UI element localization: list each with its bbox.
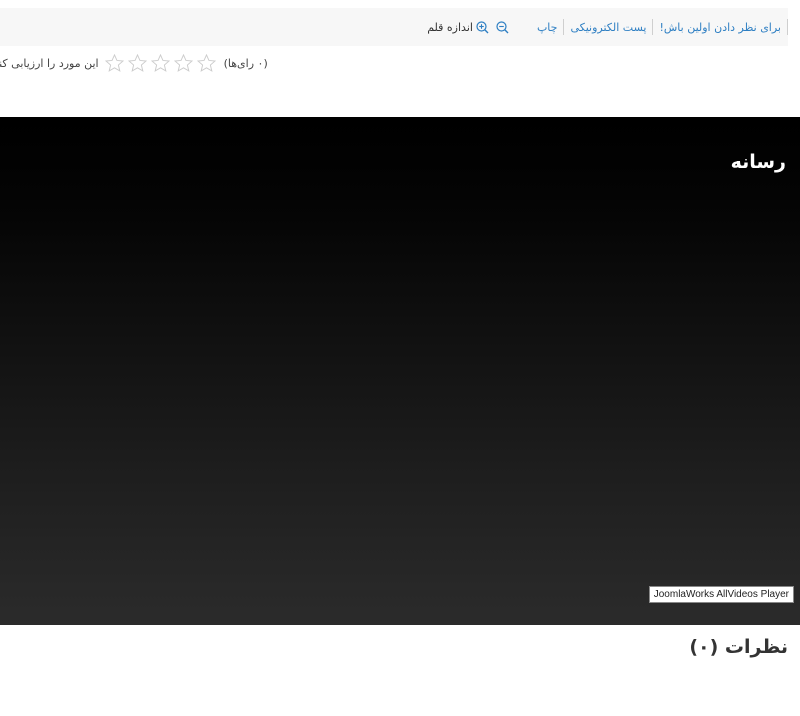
comments-heading: نظرات (۰) xyxy=(689,636,788,658)
video-title: رسانه xyxy=(730,151,786,173)
zoom-out-icon[interactable] xyxy=(496,20,510,34)
toolbar-items: اندازه قلم چاپ پست الکترونیکی برای نظر د… xyxy=(423,8,788,46)
star-icon[interactable] xyxy=(127,54,147,72)
votes-count: (۰ رای‌ها) xyxy=(223,56,268,70)
rate-this-label: این مورد را ارزیابی کنید xyxy=(0,56,99,70)
first-comment-link[interactable]: برای نظر دادن اولین باش! xyxy=(653,21,787,34)
rating-stars xyxy=(103,54,218,72)
font-size-group: اندازه قلم xyxy=(423,20,517,34)
star-icon[interactable] xyxy=(196,54,216,72)
toolbar-divider xyxy=(787,19,788,35)
email-link[interactable]: پست الکترونیکی xyxy=(564,21,652,34)
star-icon[interactable] xyxy=(150,54,170,72)
toolbar-divider xyxy=(563,19,565,35)
rating-row: این مورد را ارزیابی کنید (۰ رای‌ها) xyxy=(0,52,268,74)
toolbar-divider xyxy=(652,19,654,35)
zoom-in-icon[interactable] xyxy=(476,20,490,34)
font-size-label: اندازه قلم xyxy=(427,20,473,34)
star-icon[interactable] xyxy=(173,54,193,72)
page: اندازه قلم چاپ پست الکترونیکی برای نظر د… xyxy=(0,0,800,716)
star-icon[interactable] xyxy=(104,54,124,72)
article-toolbar: اندازه قلم چاپ پست الکترونیکی برای نظر د… xyxy=(0,8,788,46)
player-credit-tooltip: JoomlaWorks AllVideos Player xyxy=(648,586,794,603)
print-link[interactable]: چاپ xyxy=(531,21,564,34)
video-player[interactable]: رسانه JoomlaWorks AllVideos Player xyxy=(0,117,800,625)
